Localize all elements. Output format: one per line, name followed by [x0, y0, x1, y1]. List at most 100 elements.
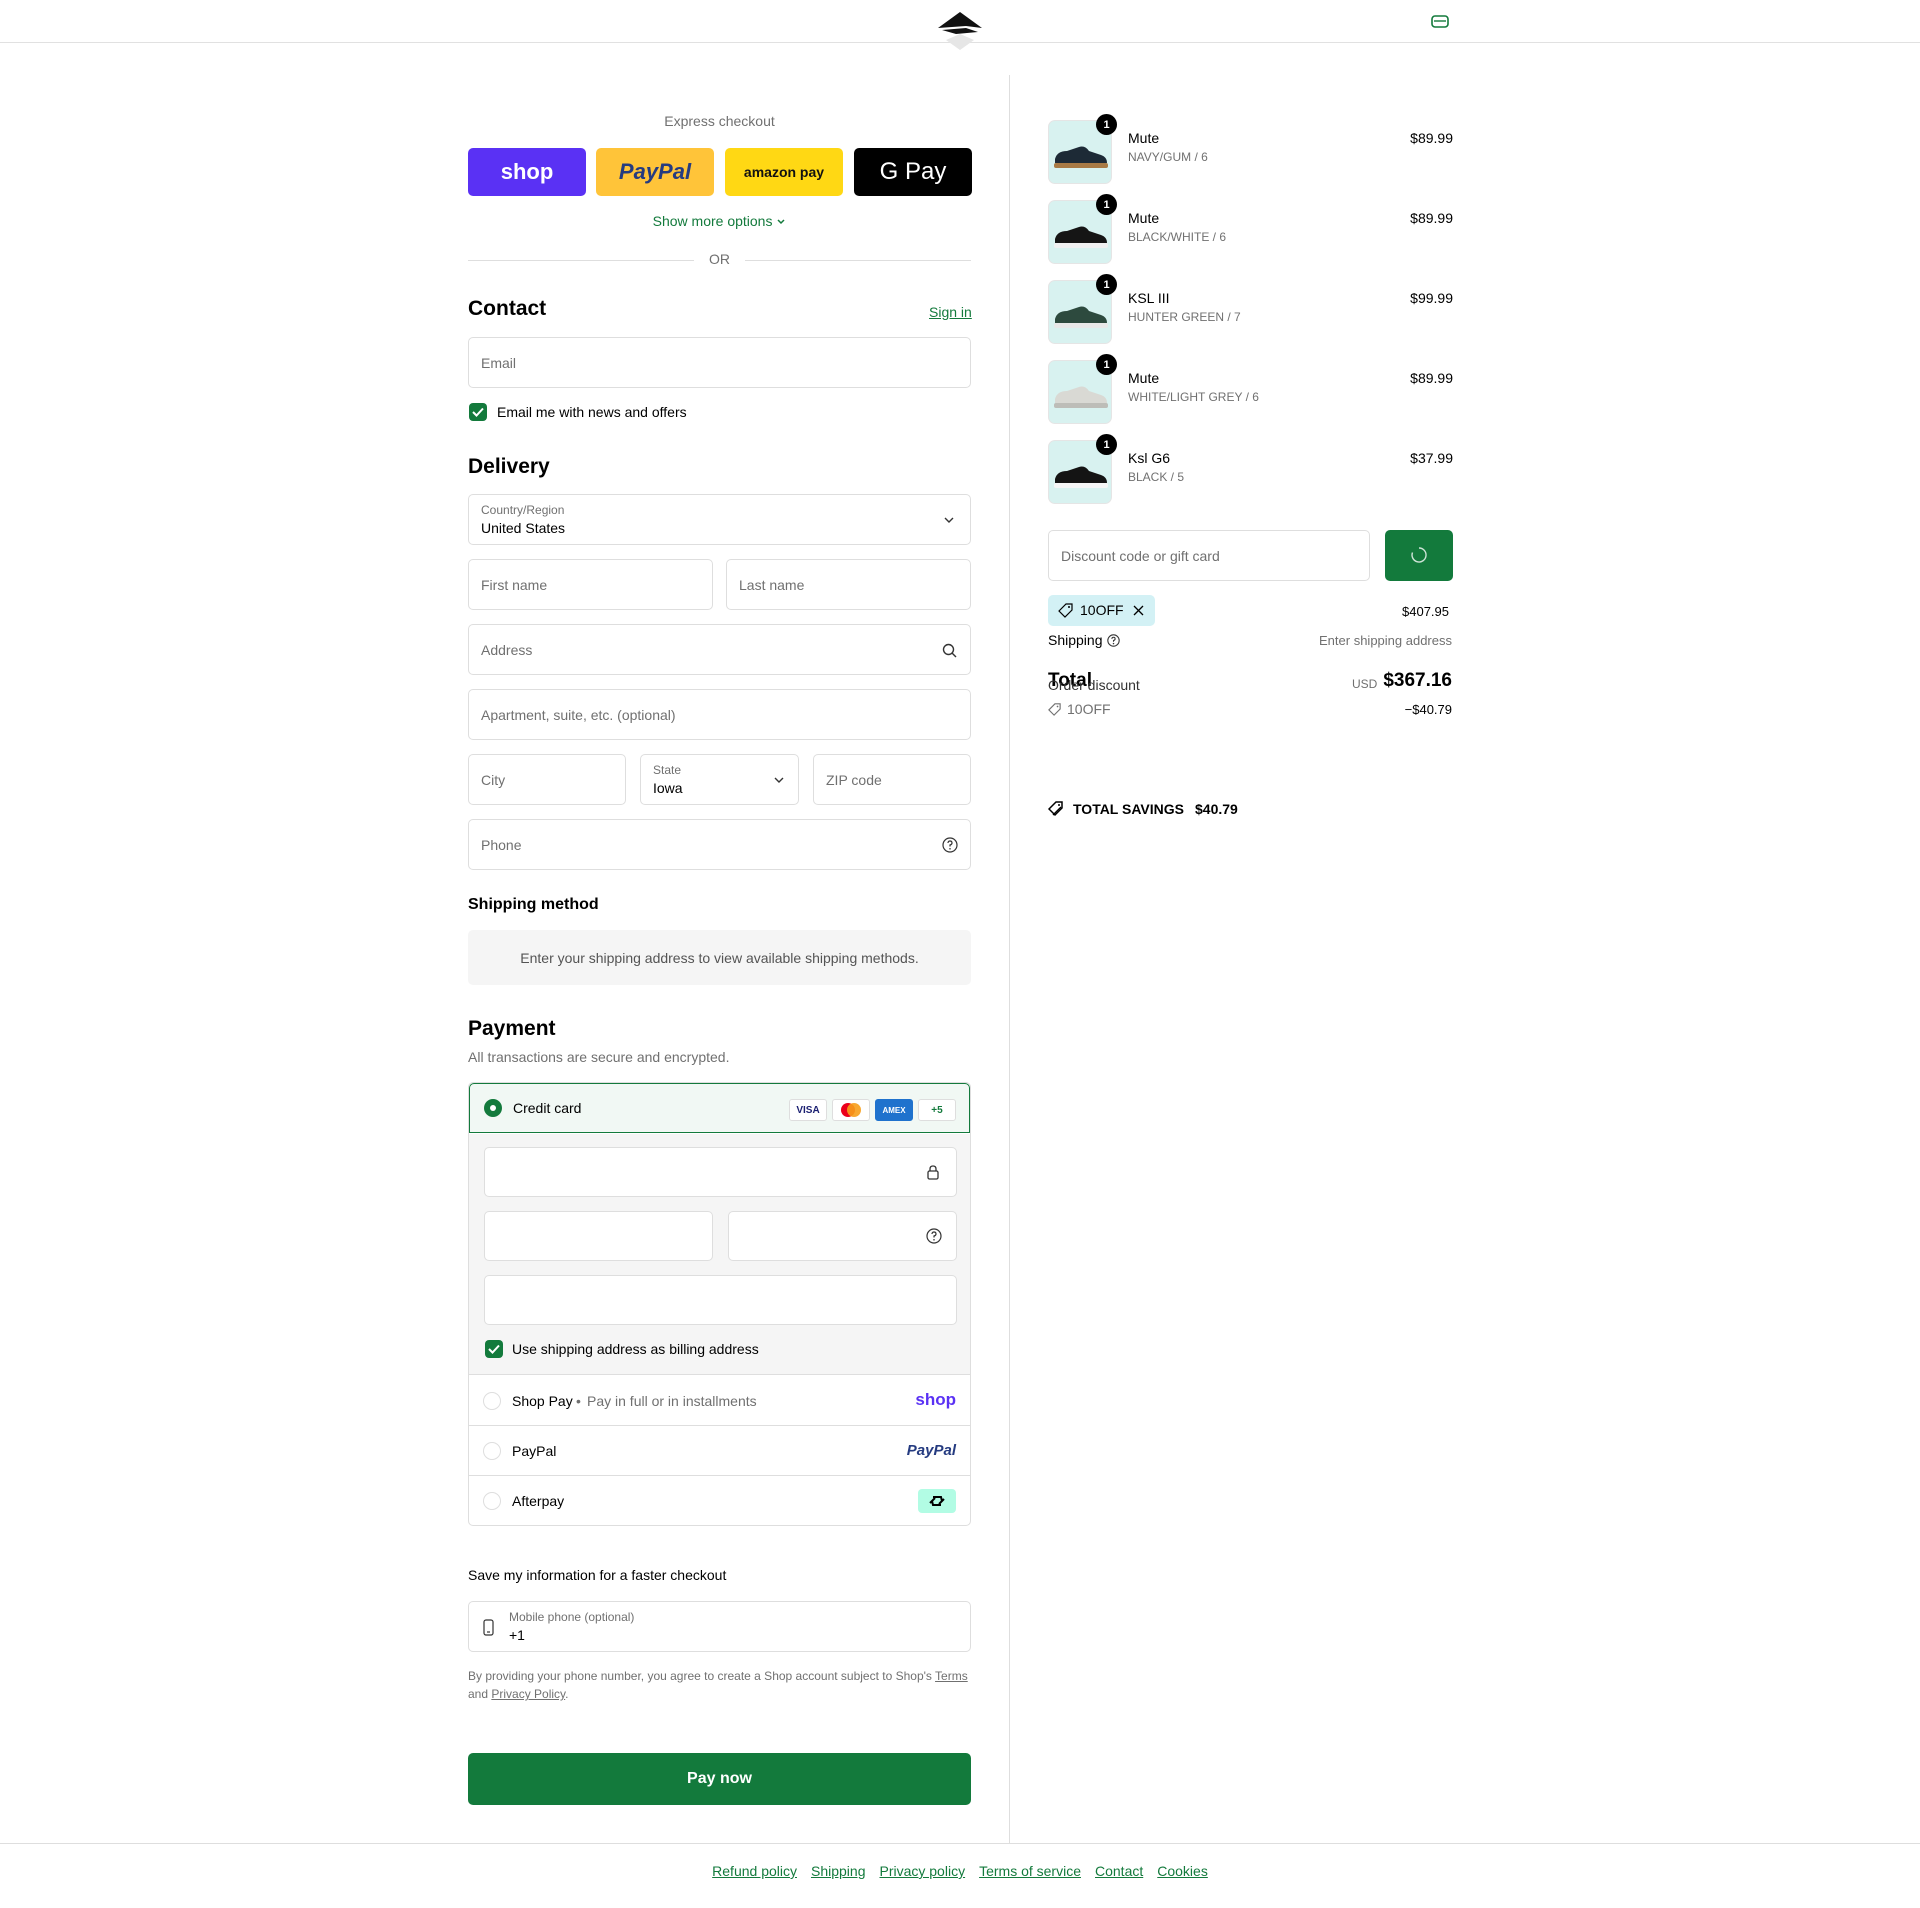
state-value: Iowa [653, 780, 683, 796]
shop-pay-separator: • [576, 1393, 581, 1409]
first-name-placeholder: First name [481, 576, 548, 593]
chevron-down-icon [944, 517, 954, 523]
mobile-phone-label: Mobile phone (optional) [509, 1610, 635, 1624]
paypal-label: PayPal [512, 1443, 557, 1459]
product-name: Mute [1128, 130, 1160, 146]
product-variant: HUNTER GREEN / 7 [1128, 310, 1241, 324]
terms-link[interactable]: Terms [935, 1669, 968, 1683]
loading-spinner-icon [1411, 547, 1427, 563]
help-circle-icon[interactable] [1107, 634, 1120, 647]
newsletter-checkbox[interactable] [469, 403, 487, 421]
chevron-down-icon [774, 777, 784, 783]
paypal-logo: PayPal [618, 159, 692, 184]
address-placeholder: Address [481, 641, 533, 658]
name-on-card-field[interactable] [484, 1275, 957, 1325]
apply-discount-button[interactable] [1385, 530, 1453, 581]
bag-icon[interactable] [1430, 12, 1450, 30]
product-price: $37.99 [1410, 450, 1453, 466]
tag-icon [1048, 703, 1061, 716]
mobile-phone-field[interactable]: Mobile phone (optional) +1 [468, 1601, 971, 1652]
expiration-date-field[interactable] [484, 1211, 713, 1261]
afterpay-label: Afterpay [512, 1493, 565, 1509]
paypal-express-button[interactable]: PayPal [596, 148, 714, 196]
pay-now-button[interactable]: Pay now [468, 1753, 971, 1805]
more-cards-badge: +5 [918, 1099, 956, 1121]
country-select[interactable]: Country/Region United States [468, 494, 971, 545]
sign-in-link[interactable]: Sign in [929, 304, 972, 320]
product-name: Mute [1128, 370, 1160, 386]
cart-item: 1 Ksl G6 BLACK / 5 $37.99 [1048, 434, 1453, 504]
address-field[interactable]: Address [468, 624, 971, 675]
billing-same-checkbox[interactable] [485, 1340, 503, 1358]
mastercard-icon [832, 1099, 870, 1121]
legal-text-part-2: and [468, 1687, 492, 1701]
discount-code-field[interactable]: Discount code or gift card [1048, 530, 1370, 581]
zip-code-field[interactable]: ZIP code [813, 754, 971, 805]
mobile-phone-value: +1 [509, 1627, 525, 1643]
city-field[interactable]: City [468, 754, 626, 805]
shipping-policy-link[interactable]: Shipping [811, 1863, 866, 1879]
shop-pay-logo: shop [915, 1390, 956, 1409]
google-pay-logo: G Pay [879, 158, 947, 185]
quantity-badge: 1 [1096, 274, 1117, 295]
cookies-link[interactable]: Cookies [1157, 1863, 1208, 1879]
shop-pay-label: Shop Pay [512, 1393, 573, 1409]
last-name-placeholder: Last name [739, 576, 805, 593]
applied-code-label: 10OFF [1080, 602, 1124, 618]
amazon-pay-logo: amazon pay [743, 164, 825, 180]
credit-card-label: Credit card [513, 1100, 582, 1116]
credit-card-radio[interactable] [484, 1099, 502, 1117]
credit-card-option[interactable]: Credit card VISA AMEX +5 [469, 1083, 970, 1133]
paypal-option[interactable]: PayPal PayPal [469, 1426, 970, 1476]
privacy-policy-link[interactable]: Privacy Policy [491, 1687, 565, 1701]
quantity-badge: 1 [1096, 434, 1117, 455]
remove-code-icon[interactable] [1133, 605, 1144, 616]
show-more-options-link[interactable]: Show more options [468, 213, 971, 229]
product-name: KSL III [1128, 290, 1170, 306]
shop-pay-option[interactable]: Shop Pay • Pay in full or in installment… [469, 1376, 970, 1426]
paypal-radio[interactable] [483, 1442, 501, 1460]
last-name-field[interactable]: Last name [726, 559, 971, 610]
refund-policy-link[interactable]: Refund policy [712, 1863, 797, 1879]
amex-icon: AMEX [875, 1099, 913, 1121]
currency-label: USD [1352, 677, 1378, 691]
search-icon [942, 643, 957, 658]
credit-card-form: Use shipping address as billing address [469, 1134, 970, 1375]
state-select[interactable]: State Iowa [640, 754, 799, 805]
brand-wing-logo-icon[interactable] [936, 10, 984, 52]
legal-text-part-1: By providing your phone number, you agre… [468, 1669, 936, 1683]
apartment-field[interactable]: Apartment, suite, etc. (optional) [468, 689, 971, 740]
help-circle-icon[interactable] [942, 837, 958, 853]
product-price: $99.99 [1410, 290, 1453, 306]
phone-field[interactable]: Phone [468, 819, 971, 870]
column-divider [1009, 75, 1010, 1843]
product-variant: BLACK / 5 [1128, 470, 1185, 484]
help-circle-icon[interactable] [926, 1228, 942, 1244]
amazon-pay-express-button[interactable]: amazon pay [725, 148, 843, 196]
first-name-field[interactable]: First name [468, 559, 713, 610]
cart-item: 1 Mute BLACK/WHITE / 6 $89.99 [1048, 194, 1453, 264]
afterpay-option[interactable]: Afterpay [469, 1476, 970, 1525]
terms-of-service-link[interactable]: Terms of service [979, 1863, 1081, 1879]
contact-link[interactable]: Contact [1095, 1863, 1143, 1879]
product-price: $89.99 [1410, 370, 1453, 386]
shop-pay-description: Pay in full or in installments [587, 1393, 757, 1409]
header [0, 0, 1920, 50]
shop-pay-express-button[interactable]: shop [468, 148, 586, 196]
footer: Refund policy Shipping Privacy policy Te… [0, 1843, 1920, 1908]
product-variant: BLACK/WHITE / 6 [1128, 230, 1227, 244]
cart-item: 1 KSL III HUNTER GREEN / 7 $99.99 [1048, 274, 1453, 344]
product-variant: WHITE/LIGHT GREY / 6 [1128, 390, 1259, 404]
shop-pay-logo: shop [500, 159, 554, 184]
email-field[interactable]: Email [468, 337, 971, 388]
afterpay-radio[interactable] [483, 1492, 501, 1510]
payment-options: Credit card VISA AMEX +5 Use shipping ad… [468, 1082, 971, 1526]
city-placeholder: City [481, 771, 506, 788]
card-number-field[interactable] [484, 1147, 957, 1197]
shop-pay-radio[interactable] [483, 1392, 501, 1410]
security-code-field[interactable] [728, 1211, 957, 1261]
privacy-policy-footer-link[interactable]: Privacy policy [879, 1863, 965, 1879]
shipping-method-notice: Enter your shipping address to view avai… [468, 930, 971, 985]
total-savings-label: TOTAL SAVINGS [1073, 801, 1184, 817]
google-pay-express-button[interactable]: G Pay [854, 148, 972, 196]
